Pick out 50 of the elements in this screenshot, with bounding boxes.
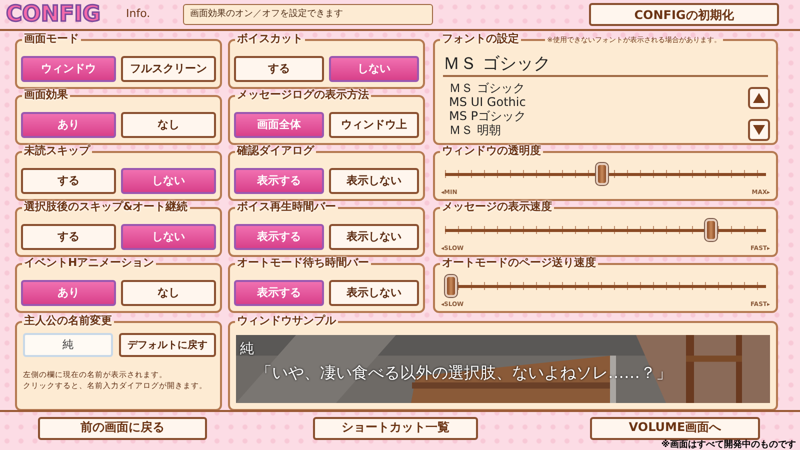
option-button[interactable]: 表示しない — [329, 168, 419, 194]
font-item[interactable]: ＭＳ 明朝 — [449, 123, 699, 137]
panel-title: ボイス再生時間バー — [235, 200, 338, 214]
panel-title: 画面モード — [22, 32, 81, 46]
option-button[interactable]: する — [21, 168, 116, 194]
footer-button[interactable]: VOLUME画面へ — [590, 417, 760, 440]
panel-title: 確認ダイアログ — [235, 144, 316, 158]
info-label: Info. — [126, 6, 152, 22]
slider-thumb[interactable] — [445, 275, 457, 297]
option-button[interactable]: なし — [121, 112, 216, 138]
option-button[interactable]: フルスクリーン — [121, 56, 216, 82]
default-button[interactable]: デフォルトに戻す — [119, 333, 216, 357]
panel-title: メッセージログの表示方法 — [235, 88, 371, 102]
font-item[interactable]: ＭＳ ゴシック — [449, 81, 699, 95]
current-font: ＭＳ ゴシック — [443, 53, 768, 77]
option-button[interactable]: ウィンドウ上 — [329, 112, 419, 138]
panel-title: ウィンドウサンプル — [235, 314, 338, 328]
panel-title: 未読スキップ — [22, 144, 92, 158]
triangle-up-icon — [753, 93, 765, 103]
option-button[interactable]: する — [234, 56, 324, 82]
panel-title: イベントHアニメーション — [22, 256, 156, 270]
speaker-name: 純 — [240, 340, 254, 359]
panel-title: 選択肢後のスキップ&オート継続 — [22, 200, 190, 214]
footer-button[interactable]: ショートカット一覧 — [313, 417, 478, 440]
panel-title: 画面効果 — [22, 88, 70, 102]
slider-thumb[interactable] — [704, 219, 717, 241]
reset-button[interactable]: CONFIGの初期化 — [589, 3, 779, 26]
name-field[interactable]: 純 — [23, 333, 113, 357]
scroll-down-button[interactable] — [748, 119, 770, 141]
panel-title: フォントの設定 — [440, 32, 521, 46]
option-button[interactable]: なし — [121, 280, 216, 306]
font-item[interactable]: MS Pゴシック — [449, 109, 699, 123]
slider-thumb[interactable] — [596, 163, 608, 185]
panel-title: ウィンドウの透明度 — [440, 144, 543, 158]
font-item[interactable]: MS UI Gothic — [449, 95, 699, 109]
footer-button[interactable]: 前の画面に戻る — [38, 417, 207, 440]
option-button[interactable]: する — [21, 224, 116, 250]
panel-title: 主人公の名前変更 — [22, 314, 114, 328]
info-field: 画面効果のオン／オフを設定できます — [183, 4, 433, 25]
panel-title: オートモード待ち時間バー — [235, 256, 371, 270]
triangle-down-icon — [753, 125, 765, 135]
option-button[interactable]: 表示しない — [329, 224, 419, 250]
option-button[interactable]: 表示しない — [329, 280, 419, 306]
panel-title: オートモードのページ送り速度 — [440, 256, 598, 270]
panel-title: ボイスカット — [235, 32, 305, 46]
dialogue-text: 「いや、凄い食べる以外の選択肢、ないよねソレ……？」 — [256, 362, 672, 384]
dev-note: ※画面はすべて開発中のものです — [661, 440, 796, 450]
scroll-up-button[interactable] — [748, 87, 770, 109]
panel-title: メッセージの表示速度 — [440, 200, 554, 214]
logo: CONFIG — [6, 4, 102, 26]
